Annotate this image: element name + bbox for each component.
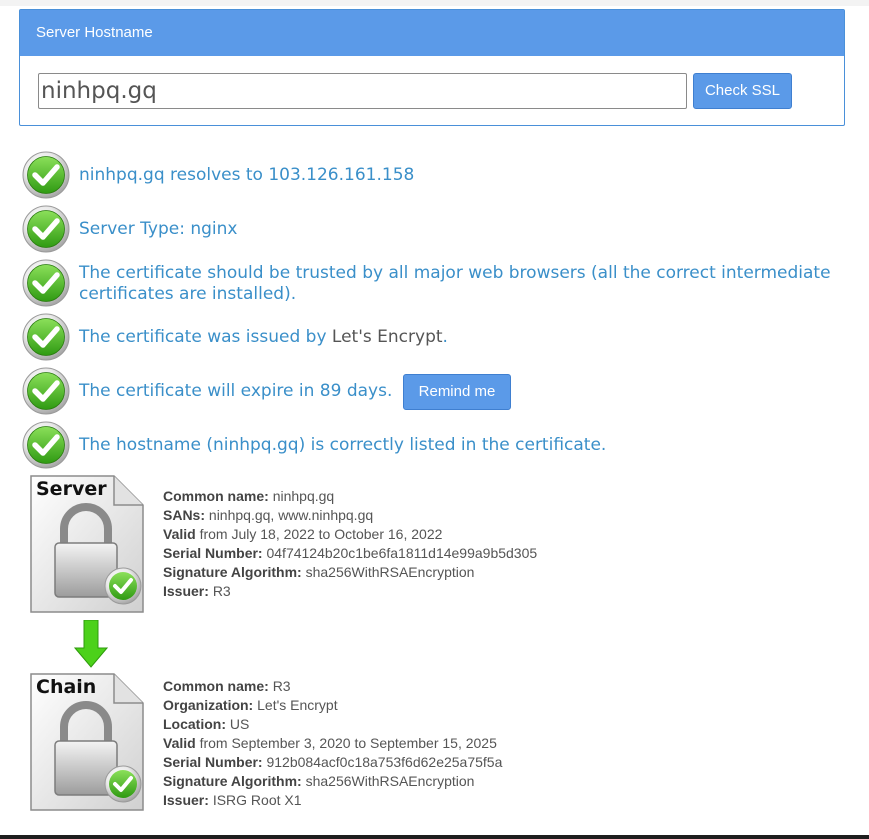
chain-location: Location: US — [163, 716, 250, 732]
server-type-text: Server Type: nginx — [79, 219, 238, 239]
check-icon — [22, 313, 70, 361]
check-ssl-button[interactable]: Check SSL — [693, 73, 792, 109]
chain-valid: Valid from September 3, 2020 to Septembe… — [163, 735, 497, 751]
chain-certificate-icon: Chain — [30, 673, 144, 811]
hostname-listed-text: The hostname (ninhpq.gq) is correctly li… — [79, 435, 607, 455]
chain-issuer: Issuer: ISRG Root X1 — [163, 792, 302, 808]
panel-title: Server Hostname — [20, 10, 844, 56]
server-valid: Valid from July 18, 2022 to October 16, … — [163, 526, 443, 542]
server-certificate-icon: Server — [30, 475, 144, 613]
check-icon — [22, 151, 70, 199]
hostname-input[interactable] — [38, 73, 687, 109]
remind-me-button[interactable]: Remind me — [403, 374, 511, 410]
result-resolves: ninhpq.gq resolves to 103.126.161.158 — [22, 151, 852, 199]
check-icon — [22, 421, 70, 469]
server-serial: Serial Number: 04f74124b20c1be6fa1811d14… — [163, 545, 538, 561]
server-certificate-details: Common name: ninhpq.gq SANs: ninhpq.gq, … — [163, 487, 537, 601]
issued-by-text: The certificate was issued by Let's Encr… — [79, 327, 448, 348]
issued-prefix: The certificate was issued by — [79, 327, 332, 347]
chain-signature-algorithm: Signature Algorithm: sha256WithRSAEncryp… — [163, 773, 475, 789]
resolves-text: ninhpq.gq resolves to 103.126.161.158 — [79, 165, 415, 185]
trusted-text: The certificate should be trusted by all… — [79, 263, 831, 304]
server-common-name: Common name: ninhpq.gq — [163, 488, 335, 504]
check-icon — [22, 367, 70, 415]
issuer-name: Let's Encrypt — [331, 327, 443, 347]
server-sans: SANs: ninhpq.gq, www.ninhpq.gq — [163, 507, 374, 523]
check-icon — [22, 205, 70, 253]
check-icon — [22, 259, 70, 307]
bottom-strip — [0, 835, 869, 839]
chain-common-name: Common name: R3 — [163, 678, 291, 694]
result-issued-by: The certificate was issued by Let's Encr… — [22, 313, 852, 361]
top-strip — [0, 0, 869, 6]
result-trusted: The certificate should be trusted by all… — [22, 259, 852, 307]
result-server-type: Server Type: nginx — [22, 205, 852, 253]
chain-certificate-details: Common name: R3 Organization: Let's Encr… — [163, 677, 502, 810]
server-hostname-panel: Server Hostname Check SSL — [19, 9, 845, 126]
chain-icon-label: Chain — [36, 676, 96, 698]
chain-serial: Serial Number: 912b084acf0c18a753f6d62e2… — [163, 754, 503, 770]
result-hostname-listed: The hostname (ninhpq.gq) is correctly li… — [22, 421, 852, 469]
server-icon-label: Server — [36, 478, 107, 500]
issued-suffix: . — [442, 327, 448, 347]
server-issuer: Issuer: R3 — [163, 583, 231, 599]
server-signature-algorithm: Signature Algorithm: sha256WithRSAEncryp… — [163, 564, 475, 580]
expire-text: The certificate will expire in 89 days. — [79, 381, 393, 401]
arrow-down-icon — [74, 620, 108, 668]
chain-organization: Organization: Let's Encrypt — [163, 697, 338, 713]
